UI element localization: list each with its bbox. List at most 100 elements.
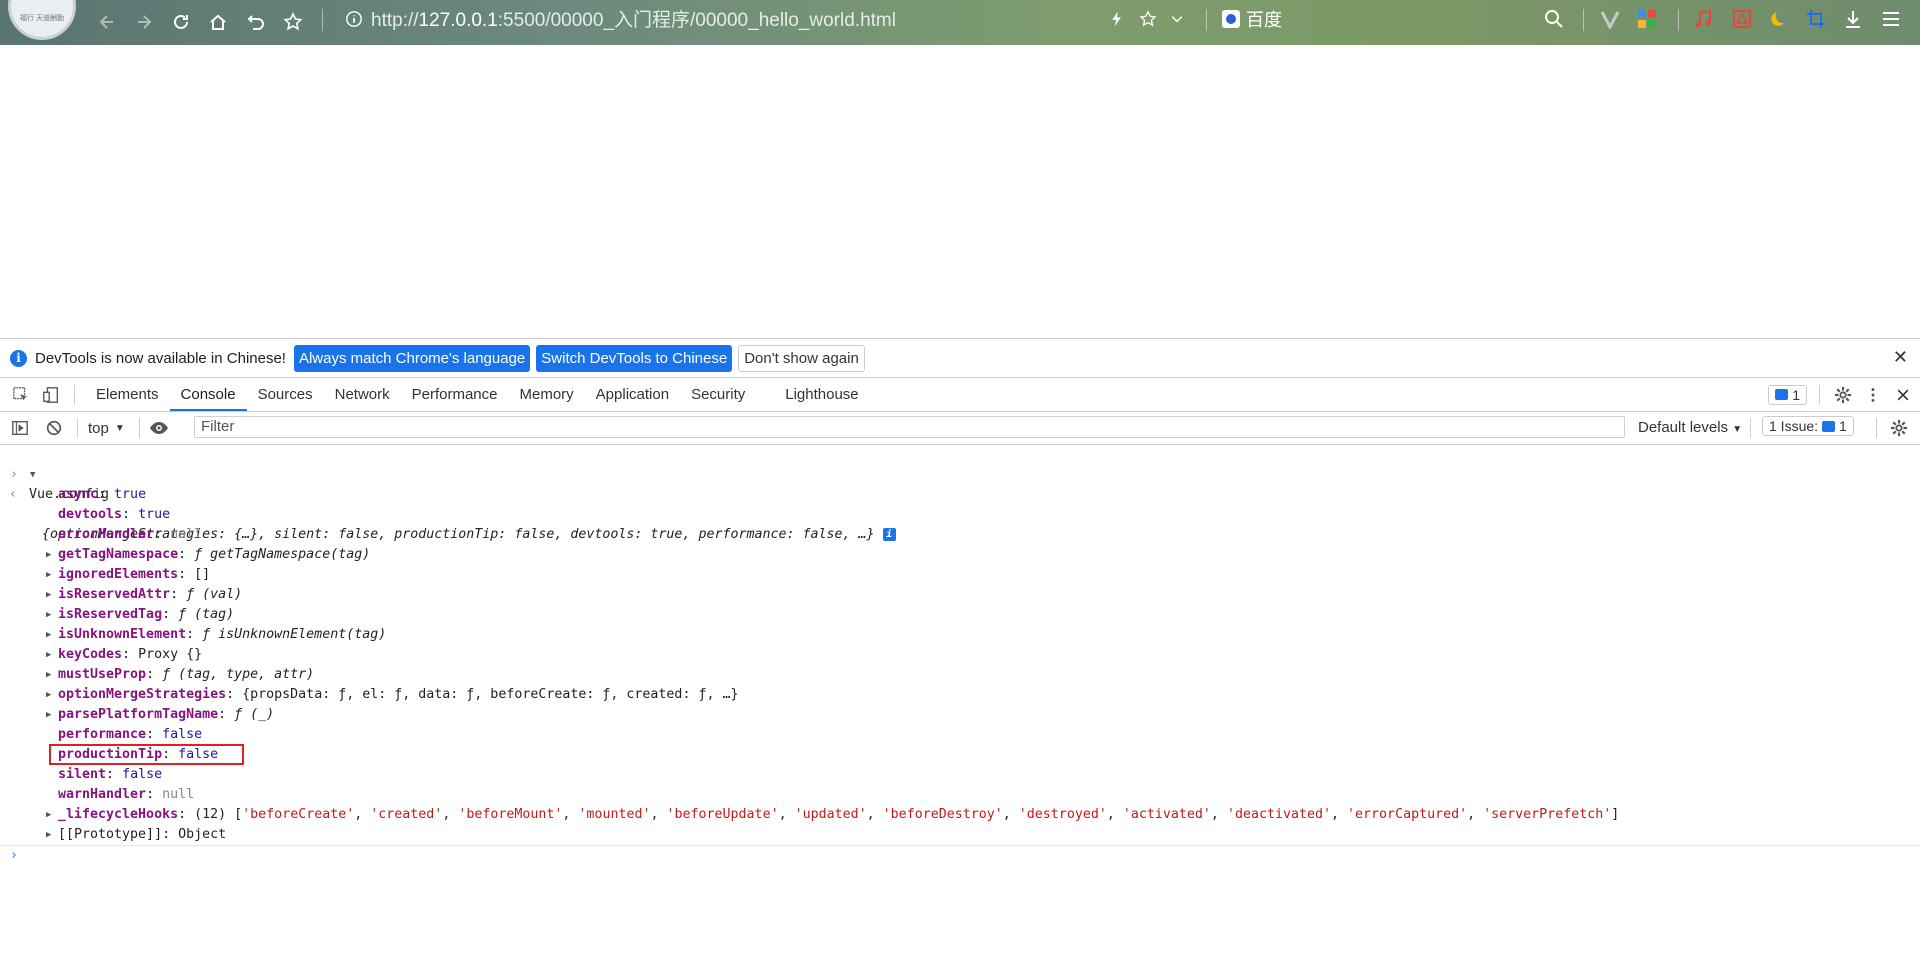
property-row[interactable]: ▶ _lifecycleHooks: (12) ['beforeCreate', … xyxy=(0,805,1920,825)
property-row[interactable]: ▶ [[Prototype]]: Object xyxy=(0,825,1920,845)
tab-sources[interactable]: Sources xyxy=(247,378,324,411)
message-icon xyxy=(1822,420,1836,432)
array-punct: , xyxy=(1002,807,1019,822)
string-literal: 'beforeMount' xyxy=(458,807,563,822)
console-result-line[interactable]: ‹ ▼ {optionMergeStrategies: {…}, silent:… xyxy=(0,465,1920,542)
search-engine[interactable]: 百度 xyxy=(1222,6,1282,32)
property-row[interactable]: ▶ getTagNamespace: ƒ getTagNamespace(tag) xyxy=(0,545,1920,565)
tab-performance[interactable]: Performance xyxy=(401,378,509,411)
expand-triangle-icon[interactable]: ▶ xyxy=(46,705,51,725)
tab-security[interactable]: Security xyxy=(680,378,756,411)
close-icon[interactable]: ✕ xyxy=(1893,347,1908,368)
back-icon[interactable] xyxy=(92,7,122,37)
url-prefix: http:// xyxy=(371,10,419,31)
issues-badge[interactable]: 1 Issue: 1 xyxy=(1762,416,1854,436)
devtools-panel: i DevTools is now available in Chinese! … xyxy=(0,338,1920,971)
clear-console-icon[interactable] xyxy=(43,417,65,439)
chevron-down-icon[interactable] xyxy=(1164,6,1190,32)
search-icon[interactable] xyxy=(1541,6,1567,32)
property-row[interactable]: ▶ parsePlatformTagName: ƒ (_) xyxy=(0,705,1920,725)
console-prompt[interactable]: › xyxy=(0,845,1920,868)
property-row: devtools: true xyxy=(0,505,1920,525)
dropdown-arrow-icon: ▼ xyxy=(114,422,125,434)
crop-icon[interactable] xyxy=(1803,6,1829,32)
expand-triangle-icon[interactable]: ▶ xyxy=(46,585,51,605)
expand-triangle-icon[interactable]: ▶ xyxy=(46,625,51,645)
property-text: isReservedAttr: ƒ (val) xyxy=(58,585,242,605)
string-literal: 'deactivated' xyxy=(1226,807,1332,822)
expand-triangle-icon[interactable]: ▼ xyxy=(30,465,35,485)
expand-triangle-icon[interactable]: ▶ xyxy=(46,825,51,845)
expand-triangle-icon[interactable]: ▶ xyxy=(46,665,51,685)
property-value: (12) ['beforeCreate', 'created', 'before… xyxy=(194,807,1619,822)
context-selector[interactable]: top ▼ xyxy=(88,420,125,437)
more-options-icon[interactable] xyxy=(1862,384,1884,406)
property-text: errorHandler: null xyxy=(58,525,202,545)
property-value: Proxy {} xyxy=(138,647,203,662)
divider xyxy=(1583,9,1584,31)
pdf-icon[interactable] xyxy=(1729,6,1755,32)
tab-application[interactable]: Application xyxy=(585,378,680,411)
download-icon[interactable] xyxy=(1840,6,1866,32)
messages-badge[interactable]: 1 xyxy=(1768,384,1807,405)
sidebar-toggle-icon[interactable] xyxy=(9,417,31,439)
expand-triangle-icon[interactable]: ▶ xyxy=(46,545,51,565)
address-bar[interactable]: http://127.0.0.1:5500/00000_入门程序/00000_h… xyxy=(345,0,896,37)
property-row[interactable]: ▶ isReservedTag: ƒ (tag) xyxy=(0,605,1920,625)
string-literal: 'errorCaptured' xyxy=(1347,807,1468,822)
devtools-tabbar: Elements Console Sources Network Perform… xyxy=(0,378,1920,412)
tab-memory[interactable]: Memory xyxy=(509,378,585,411)
match-language-button[interactable]: Always match Chrome's language xyxy=(293,344,531,372)
property-key: performance xyxy=(58,727,147,742)
filter-input[interactable]: Filter xyxy=(194,416,1625,438)
gear-icon[interactable] xyxy=(1832,384,1854,406)
lightning-icon[interactable] xyxy=(1104,6,1130,32)
log-levels-dropdown[interactable]: Default levels ▼ xyxy=(1638,419,1742,436)
console-settings-icon[interactable] xyxy=(1888,417,1910,439)
property-row[interactable]: ▶ isUnknownElement: ƒ isUnknownElement(ta… xyxy=(0,625,1920,645)
home-icon[interactable] xyxy=(203,7,233,37)
tab-console[interactable]: Console xyxy=(169,378,247,411)
dont-show-again-button[interactable]: Don't show again xyxy=(738,344,865,372)
tab-elements[interactable]: Elements xyxy=(85,378,170,411)
console-output: › Vue.config ‹ ▼ {optionMergeStrategies:… xyxy=(0,445,1920,868)
filter-placeholder: Filter xyxy=(201,418,235,435)
property-row[interactable]: ▶ keyCodes: Proxy {} xyxy=(0,645,1920,665)
property-value: ƒ (tag) xyxy=(178,607,235,622)
device-toolbar-icon[interactable] xyxy=(40,384,62,406)
expand-triangle-icon[interactable]: ▶ xyxy=(46,645,51,665)
tab-network[interactable]: Network xyxy=(324,378,401,411)
apps-icon[interactable] xyxy=(1634,6,1660,32)
star-icon[interactable] xyxy=(278,7,308,37)
star-outline-icon[interactable] xyxy=(1135,6,1161,32)
switch-chinese-button[interactable]: Switch DevTools to Chinese xyxy=(536,344,733,372)
info-icon: i xyxy=(10,349,27,367)
expand-triangle-icon[interactable]: ▶ xyxy=(46,685,51,705)
forward-icon[interactable] xyxy=(129,7,159,37)
property-text: async: true xyxy=(58,485,146,505)
close-devtools-icon[interactable] xyxy=(1892,384,1914,406)
property-row[interactable]: ▶ isReservedAttr: ƒ (val) xyxy=(0,585,1920,605)
undo-icon[interactable] xyxy=(241,7,271,37)
string-literal: 'beforeUpdate' xyxy=(666,807,779,822)
eye-icon[interactable] xyxy=(148,417,170,439)
expand-triangle-icon[interactable]: ▶ xyxy=(46,805,51,825)
expand-triangle-icon[interactable]: ▶ xyxy=(46,565,51,585)
info-icon[interactable] xyxy=(345,10,363,28)
music-icon[interactable] xyxy=(1690,6,1716,32)
property-row[interactable]: ▶ mustUseProp: ƒ (tag, type, attr) xyxy=(0,665,1920,685)
inspect-element-icon[interactable] xyxy=(10,384,32,406)
expand-triangle-icon[interactable]: ▶ xyxy=(46,605,51,625)
url-text[interactable]: http://127.0.0.1:5500/00000_入门程序/00000_h… xyxy=(371,5,896,32)
issues-label: 1 Issue: xyxy=(1769,418,1819,434)
menu-icon[interactable] xyxy=(1878,6,1904,32)
moon-icon[interactable] xyxy=(1766,6,1792,32)
property-row[interactable]: ▶ optionMergeStrategies: {propsData: ƒ, e… xyxy=(0,685,1920,705)
property-row: errorHandler: null xyxy=(0,525,1920,545)
avatar[interactable]: 福行 天道酬勤 xyxy=(8,0,76,40)
property-row[interactable]: ▶ ignoredElements: [] xyxy=(0,565,1920,585)
tab-lighthouse[interactable]: Lighthouse xyxy=(774,378,869,411)
reload-icon[interactable] xyxy=(166,7,196,37)
property-value: {propsData: ƒ, el: ƒ, data: ƒ, beforeCre… xyxy=(242,687,739,702)
v-icon[interactable] xyxy=(1597,6,1623,32)
